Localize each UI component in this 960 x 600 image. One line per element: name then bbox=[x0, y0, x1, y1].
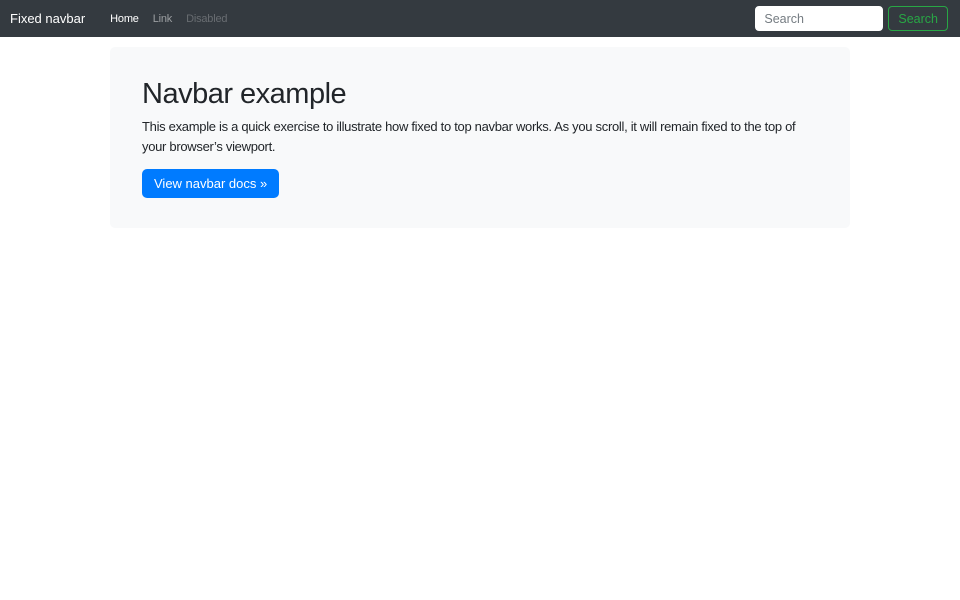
page-title: Navbar example bbox=[142, 77, 818, 112]
nav-item: Home bbox=[103, 13, 146, 25]
navbar-nav: Home Link Disabled bbox=[103, 13, 234, 25]
navbar-search-form: Search bbox=[755, 6, 948, 31]
nav-item-link[interactable]: Link bbox=[146, 13, 179, 25]
nav-item: Link bbox=[146, 13, 179, 25]
hero-panel: Navbar example This example is a quick e… bbox=[110, 47, 850, 228]
view-navbar-docs-button[interactable]: View navbar docs » bbox=[142, 169, 279, 198]
page-description: This example is a quick exercise to illu… bbox=[142, 117, 818, 157]
nav-item: Disabled bbox=[179, 13, 234, 25]
search-input[interactable] bbox=[755, 6, 883, 31]
nav-item-home[interactable]: Home bbox=[103, 13, 146, 25]
nav-item-disabled[interactable]: Disabled bbox=[179, 13, 234, 25]
search-button[interactable]: Search bbox=[888, 6, 948, 31]
navbar-brand[interactable]: Fixed navbar bbox=[10, 11, 85, 26]
navbar: Fixed navbar Home Link Disabled Search bbox=[0, 0, 960, 37]
